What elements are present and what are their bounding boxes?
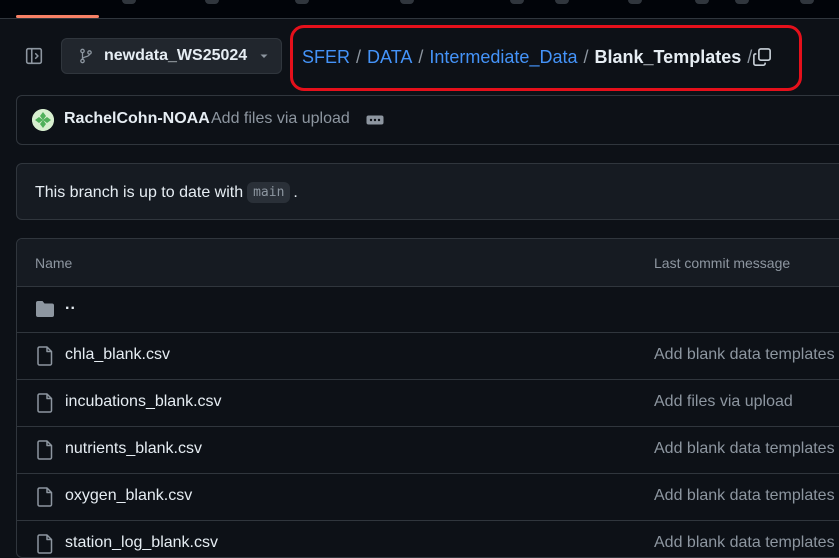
column-header-last-commit: Last commit message	[654, 255, 791, 271]
nav-icon-stub	[295, 0, 309, 4]
file-table: Name Last commit message .. chla_blank.c…	[16, 238, 839, 558]
file-icon	[35, 393, 55, 413]
file-commit-message-link[interactable]: Add files via upload	[654, 393, 793, 411]
branch-status-text: This branch is up to date with main .	[35, 182, 298, 203]
sidebar-toggle-button[interactable]	[18, 40, 50, 72]
file-name-link[interactable]: chla_blank.csv	[65, 346, 170, 364]
git-branch-icon	[80, 48, 92, 64]
file-commit-message-link[interactable]: Add blank data templates	[654, 487, 835, 505]
file-icon	[35, 346, 55, 366]
nav-icon-stub	[800, 0, 814, 4]
nav-icon-stub	[400, 0, 414, 4]
file-commit-message-link[interactable]: Add blank data templates	[654, 534, 835, 552]
avatar[interactable]	[32, 109, 54, 131]
branch-name: newdata_WS25024	[104, 47, 248, 64]
nav-icon-stub	[510, 0, 524, 4]
commit-author-link[interactable]: RachelCohn-NOAA	[64, 110, 210, 128]
nav-icon-stub	[695, 0, 709, 4]
commit-details-button[interactable]	[364, 113, 386, 127]
table-row: nutrients_blank.csv Add blank data templ…	[17, 427, 839, 474]
column-header-name: Name	[35, 255, 73, 271]
nav-icon-stub	[628, 0, 642, 4]
folder-icon	[35, 299, 55, 319]
breadcrumb-separator: /	[418, 46, 424, 67]
breadcrumb: SFER / DATA / Intermediate_Data / Blank_…	[302, 44, 758, 70]
table-row: oxygen_blank.csv Add blank data template…	[17, 474, 839, 521]
breadcrumb-separator: /	[583, 46, 589, 67]
copy-path-button[interactable]	[748, 43, 776, 71]
kebab-horizontal-icon	[366, 115, 384, 125]
nav-icon-stub	[122, 0, 136, 4]
table-row: station_log_blank.csv Add blank data tem…	[17, 521, 839, 557]
branch-selector-button[interactable]: newdata_WS25024	[61, 38, 282, 74]
file-icon	[35, 534, 55, 554]
breadcrumb-link-sfer[interactable]: SFER	[302, 47, 350, 68]
triangle-down-icon	[260, 54, 268, 58]
file-commit-message-link[interactable]: Add blank data templates	[654, 440, 835, 458]
nav-icon-stub	[205, 0, 219, 4]
table-row: incubations_blank.csv Add files via uplo…	[17, 380, 839, 427]
table-header: Name Last commit message	[17, 239, 839, 287]
file-icon	[35, 440, 55, 460]
file-name-link[interactable]: station_log_blank.csv	[65, 534, 218, 552]
file-name-link[interactable]: incubations_blank.csv	[65, 393, 222, 411]
breadcrumb-link-intermediate-data[interactable]: Intermediate_Data	[429, 47, 577, 68]
file-commit-message-link[interactable]: Add blank data templates	[654, 346, 835, 364]
file-name-link[interactable]: nutrients_blank.csv	[65, 440, 202, 458]
table-row: chla_blank.csv Add blank data templates	[17, 333, 839, 380]
nav-icon-stub	[735, 0, 749, 4]
active-tab-underline	[16, 15, 99, 18]
status-text-after: .	[293, 183, 298, 201]
commit-message-link[interactable]: Add files via upload	[211, 110, 350, 128]
file-icon	[35, 487, 55, 507]
sidebar-collapse-icon	[25, 47, 43, 65]
parent-directory-link[interactable]: ..	[65, 296, 76, 314]
breadcrumb-link-data[interactable]: DATA	[367, 47, 412, 68]
identicon-icon	[32, 109, 54, 131]
breadcrumb-current-folder: Blank_Templates	[594, 46, 742, 67]
base-branch-label[interactable]: main	[247, 182, 291, 203]
table-row-parent-directory[interactable]: ..	[17, 286, 839, 333]
copy-icon	[753, 48, 771, 66]
file-name-link[interactable]: oxygen_blank.csv	[65, 487, 192, 505]
breadcrumb-separator: /	[356, 46, 362, 67]
nav-icon-stub	[555, 0, 569, 4]
top-nav-strip	[0, 0, 839, 19]
status-text-before: This branch is up to date with	[35, 183, 244, 201]
